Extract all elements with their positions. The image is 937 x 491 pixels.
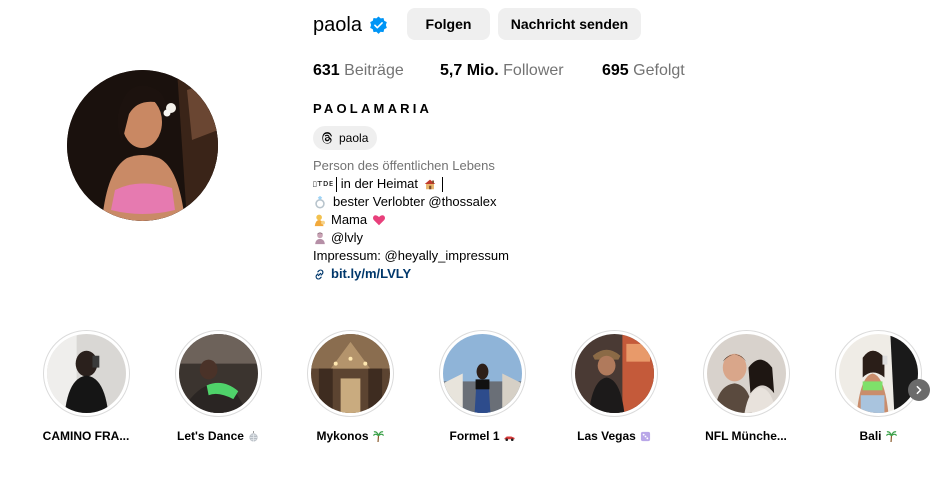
story-highlight[interactable]: NFL Münche... — [701, 330, 791, 443]
highlight-label: CAMINO FRA... — [41, 429, 131, 443]
highlight-image — [178, 334, 258, 413]
following-number: 695 — [602, 62, 629, 79]
impressum-line: Impressum: @heyally_impressum — [313, 248, 509, 263]
highlight-image — [46, 334, 126, 413]
story-highlight[interactable]: Formel 1 — [437, 330, 527, 443]
profile-username: paola — [313, 14, 362, 36]
highlight-label: NFL Münche... — [701, 429, 791, 443]
profile-avatar[interactable] — [67, 70, 218, 221]
bio-line: Mama — [313, 211, 509, 229]
avatar-photo — [67, 70, 218, 221]
highlight-cover — [310, 334, 390, 413]
dice-icon — [640, 431, 650, 441]
profile-bio: Person des öffentlichen Lebens ɪᴛᴅᴇ in d… — [313, 157, 509, 283]
profile-link-text: bit.ly/m/LVLY — [331, 266, 412, 281]
highlight-title: Let's Dance — [177, 429, 244, 443]
followers-label: Follower — [503, 62, 564, 79]
following-link[interactable]: 695 Gefolgt — [602, 62, 685, 80]
highlight-label: Mykonos — [305, 429, 395, 443]
highlight-label: Bali — [833, 429, 923, 443]
mother-icon — [314, 214, 325, 227]
palm-icon — [372, 430, 384, 442]
following-label: Gefolgt — [633, 62, 685, 79]
highlight-ring — [174, 330, 262, 417]
highlight-title: Mykonos — [316, 429, 369, 443]
highlight-cover — [706, 334, 786, 413]
person-icon — [315, 232, 325, 245]
story-highlight[interactable]: CAMINO FRA... — [41, 330, 131, 443]
highlight-title: Formel 1 — [449, 429, 500, 443]
followers-number: 5,7 Mio. — [440, 62, 499, 79]
follow-button[interactable]: Folgen — [407, 8, 490, 40]
highlight-image — [574, 334, 654, 413]
followers-link[interactable]: 5,7 Mio. Follower — [440, 62, 564, 80]
highlight-title: NFL Münche... — [705, 429, 787, 443]
bio-text: in der Heimat — [340, 176, 419, 191]
highlight-cover — [574, 334, 654, 413]
highlight-ring — [702, 330, 790, 417]
bio-text: Mama — [331, 212, 368, 227]
bio-line: bester Verlobter @thossalex — [313, 193, 509, 211]
highlight-cover — [178, 334, 258, 413]
text-cursor — [442, 176, 444, 192]
highlight-ring — [834, 330, 922, 417]
palm-icon — [885, 430, 897, 442]
text-separator — [335, 176, 337, 192]
profile-full-name: PAOLAMARIA — [313, 101, 433, 116]
highlight-cover — [442, 334, 522, 413]
highlight-image — [310, 334, 390, 413]
highlight-cover — [838, 334, 918, 413]
highlight-cover — [46, 334, 126, 413]
highlight-ring — [438, 330, 526, 417]
bio-text: @lvly — [331, 230, 363, 245]
highlight-title: CAMINO FRA... — [42, 429, 130, 443]
threads-badge[interactable]: paola — [313, 126, 378, 150]
link-icon — [315, 269, 324, 279]
disco-ball-icon — [249, 430, 258, 442]
heart-icon — [373, 215, 386, 226]
story-highlight[interactable]: Mykonos — [305, 330, 395, 443]
profile-page: paola Folgen Nachricht senden 631 Beiträ… — [0, 0, 937, 491]
highlight-image — [838, 334, 918, 413]
threads-handle: paola — [339, 131, 369, 145]
highlight-label: Let's Dance — [173, 429, 263, 443]
bio-line: ɪᴛᴅᴇ in der Heimat — [313, 175, 509, 193]
highlight-title: Bali — [859, 429, 882, 443]
posts-label: Beiträge — [344, 62, 404, 79]
highlight-label: Las Vegas — [569, 429, 659, 443]
posts-number: 631 — [313, 62, 340, 79]
profile-category: Person des öffentlichen Lebens — [313, 158, 495, 173]
highlight-image — [442, 334, 522, 413]
bio-text: bester Verlobter @thossalex — [333, 194, 497, 209]
highlight-title: Las Vegas — [577, 429, 636, 443]
house-icon — [424, 179, 436, 190]
profile-link[interactable]: bit.ly/m/LVLY — [313, 265, 509, 283]
chevron-right-icon — [916, 385, 922, 395]
highlight-image — [706, 334, 786, 413]
highlight-ring — [306, 330, 394, 417]
verified-badge-icon — [370, 16, 387, 34]
race-car-icon — [503, 436, 515, 441]
highlight-label: Formel 1 — [437, 429, 527, 443]
bio-prefix: ɪᴛᴅᴇ — [313, 179, 334, 189]
ring-icon — [315, 195, 325, 209]
highlights-next-button[interactable] — [908, 379, 930, 401]
posts-count: 631 Beiträge — [313, 62, 404, 80]
highlight-ring — [42, 330, 130, 417]
send-message-button[interactable]: Nachricht senden — [498, 8, 641, 40]
bio-line: @lvly — [313, 229, 509, 247]
threads-icon — [322, 132, 332, 144]
highlight-ring — [570, 330, 658, 417]
story-highlight[interactable]: Let's Dance — [173, 330, 263, 443]
story-highlight[interactable]: Las Vegas — [569, 330, 659, 443]
